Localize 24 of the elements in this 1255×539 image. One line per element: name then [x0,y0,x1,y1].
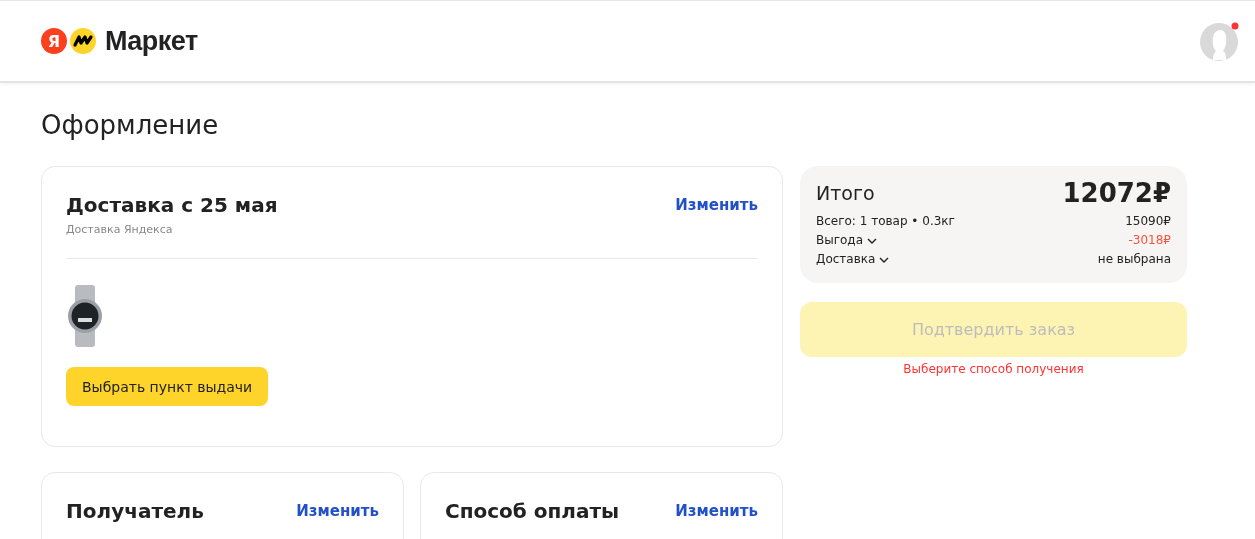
delivery-title: Доставка с 25 мая [66,192,278,219]
change-link[interactable]: Изменить [296,497,379,525]
logo-text[interactable]: Маркет [105,25,198,57]
summary-value: не выбрана [1097,251,1171,268]
total-price: 12072₽ [1062,178,1171,208]
logo-mark-icon[interactable] [70,28,96,54]
summary-value: -3018₽ [1128,232,1171,249]
watch-icon [66,285,104,347]
change-link[interactable]: Изменить [675,497,758,525]
pickup-button[interactable]: Выбрать пункт выдачи [66,367,269,406]
summary-title: Итого [816,182,875,204]
summary-value: 15090₽ [1125,213,1171,230]
page-title: Оформление [41,109,220,141]
section-title: Получатель [66,498,204,525]
chevron-down-icon[interactable] [867,237,877,244]
summary-label: Всего: 1 товар • 0.3кг [816,213,955,230]
change-link[interactable]: Изменить [675,191,758,219]
summary-label[interactable]: Доставка [816,250,876,269]
delivery-subtitle: Доставка Яндекса [66,223,174,236]
summary-label[interactable]: Выгода [816,231,863,250]
chevron-down-icon[interactable] [879,256,890,263]
error-message: Выберите способ получения [902,362,1085,376]
section-title: Способ оплаты [445,498,620,525]
logo-letter[interactable]: Я [41,28,67,54]
